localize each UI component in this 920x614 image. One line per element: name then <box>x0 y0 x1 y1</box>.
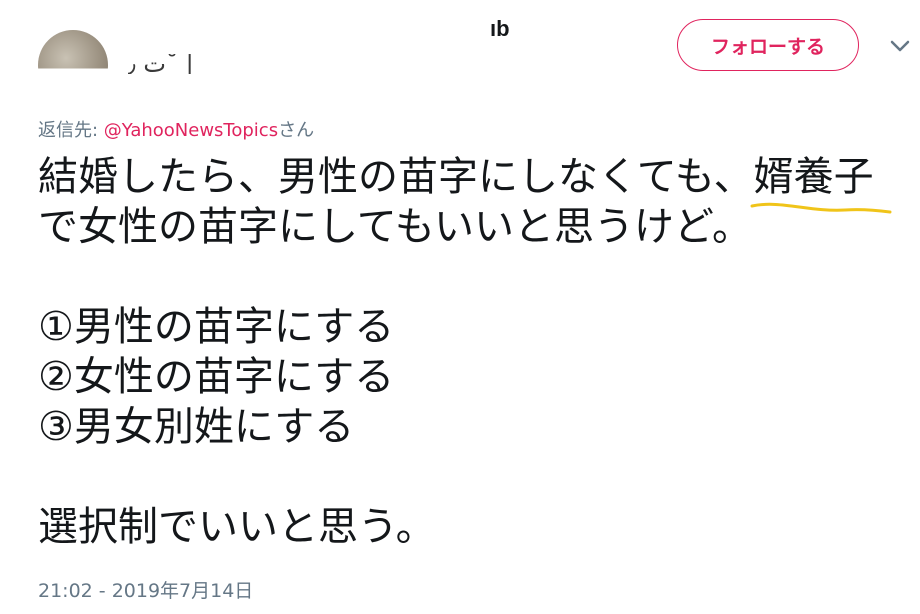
display-name[interactable]: ت ٫˘ |_ <box>128 54 253 74</box>
tweet-line: ③男女別姓にする <box>38 404 355 450</box>
tweet-line: 選択制でいいと思う。 <box>38 504 436 550</box>
display-name-text[interactable]: ت ٫˘ |_ <box>128 54 206 74</box>
handle-fragment: ıb <box>490 16 510 41</box>
highlighted-word: 婿養子 <box>753 154 874 200</box>
tweet-line-text: 結婚したら、男性の苗字にしなくても、 <box>38 154 754 200</box>
tweet-line: ②女性の苗字にする <box>38 354 395 400</box>
reply-context: 返信先: @YahooNewsTopicsさん <box>38 116 314 142</box>
tweet-line: で女性の苗字にしてもいいと思うけど。 <box>38 204 752 250</box>
reply-suffix: さん <box>278 120 315 141</box>
timestamp[interactable]: 21:02 - 2019年7月14日 <box>38 576 253 603</box>
tweet-line: ①男性の苗字にする <box>38 304 395 350</box>
chevron-down-icon[interactable] <box>887 36 913 56</box>
tweet-text: 結婚したら、男性の苗字にしなくても、婿養子 で女性の苗字にしてもいいと思うけど。… <box>38 152 874 552</box>
reply-prefix: 返信先: <box>38 120 104 141</box>
avatar[interactable] <box>38 30 108 69</box>
tweet-line: 結婚したら、男性の苗字にしなくても、婿養子 <box>38 152 874 202</box>
reply-mention-link[interactable]: @YahooNewsTopics <box>104 120 278 141</box>
follow-button[interactable]: フォローする <box>677 19 859 71</box>
